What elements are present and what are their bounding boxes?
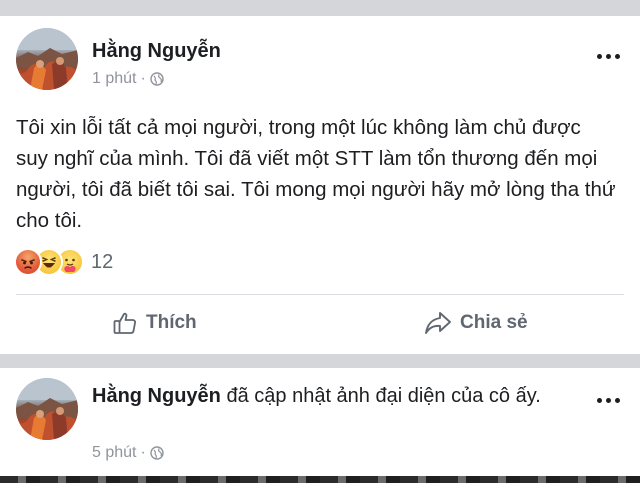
- meta-separator: ·: [140, 444, 146, 461]
- like-button[interactable]: Thích: [112, 306, 197, 340]
- globe-icon: [150, 446, 164, 460]
- post-timestamp[interactable]: 1 phút: [92, 70, 136, 88]
- post-meta: 1 phút ·: [92, 70, 164, 88]
- post-author-name[interactable]: Hằng Nguyễn: [92, 40, 221, 63]
- thumbs-up-icon: [113, 312, 136, 334]
- share-arrow-icon: [425, 312, 451, 334]
- update-meta: 5 phút ·: [92, 444, 164, 462]
- meta-separator: ·: [140, 70, 146, 87]
- globe-icon: [150, 72, 164, 86]
- cropped-photo-preview: [0, 476, 640, 483]
- dot-icon: [597, 398, 602, 403]
- share-button-label: Chia sẻ: [460, 312, 528, 333]
- update-action-text: đã cập nhật ảnh đại diện của cô ấy.: [226, 385, 541, 407]
- more-options-button[interactable]: [597, 398, 620, 403]
- avatar-photo-icon: [16, 28, 78, 90]
- update-timestamp[interactable]: 5 phút: [92, 444, 136, 462]
- profile-update-card: Hằng Nguyễn đã cập nhật ảnh đại diện của…: [0, 368, 640, 483]
- post-text: Tôi xin lỗi tất cả mọi người, trong một …: [16, 116, 616, 232]
- like-button-label: Thích: [146, 312, 197, 333]
- dot-icon: [615, 54, 620, 59]
- profile-update-headline: Hằng Nguyễn đã cập nhật ảnh đại diện của…: [92, 382, 592, 410]
- update-author-name[interactable]: Hằng Nguyễn: [92, 385, 221, 407]
- divider: [16, 294, 624, 295]
- dot-icon: [606, 54, 611, 59]
- share-button[interactable]: Chia sẻ: [424, 306, 528, 340]
- reaction-count[interactable]: 12: [91, 251, 113, 274]
- avatar[interactable]: [16, 28, 78, 90]
- dot-icon: [615, 398, 620, 403]
- more-options-button[interactable]: [597, 54, 620, 59]
- dot-icon: [597, 54, 602, 59]
- reactions-summary[interactable]: 12: [14, 248, 113, 276]
- avatar[interactable]: [16, 378, 78, 440]
- dot-icon: [606, 398, 611, 403]
- post-card: Hằng Nguyễn 1 phút · Tôi xin lỗi tất cả …: [0, 16, 640, 354]
- avatar-photo-icon: [16, 378, 78, 440]
- angry-reaction-icon: [14, 248, 42, 276]
